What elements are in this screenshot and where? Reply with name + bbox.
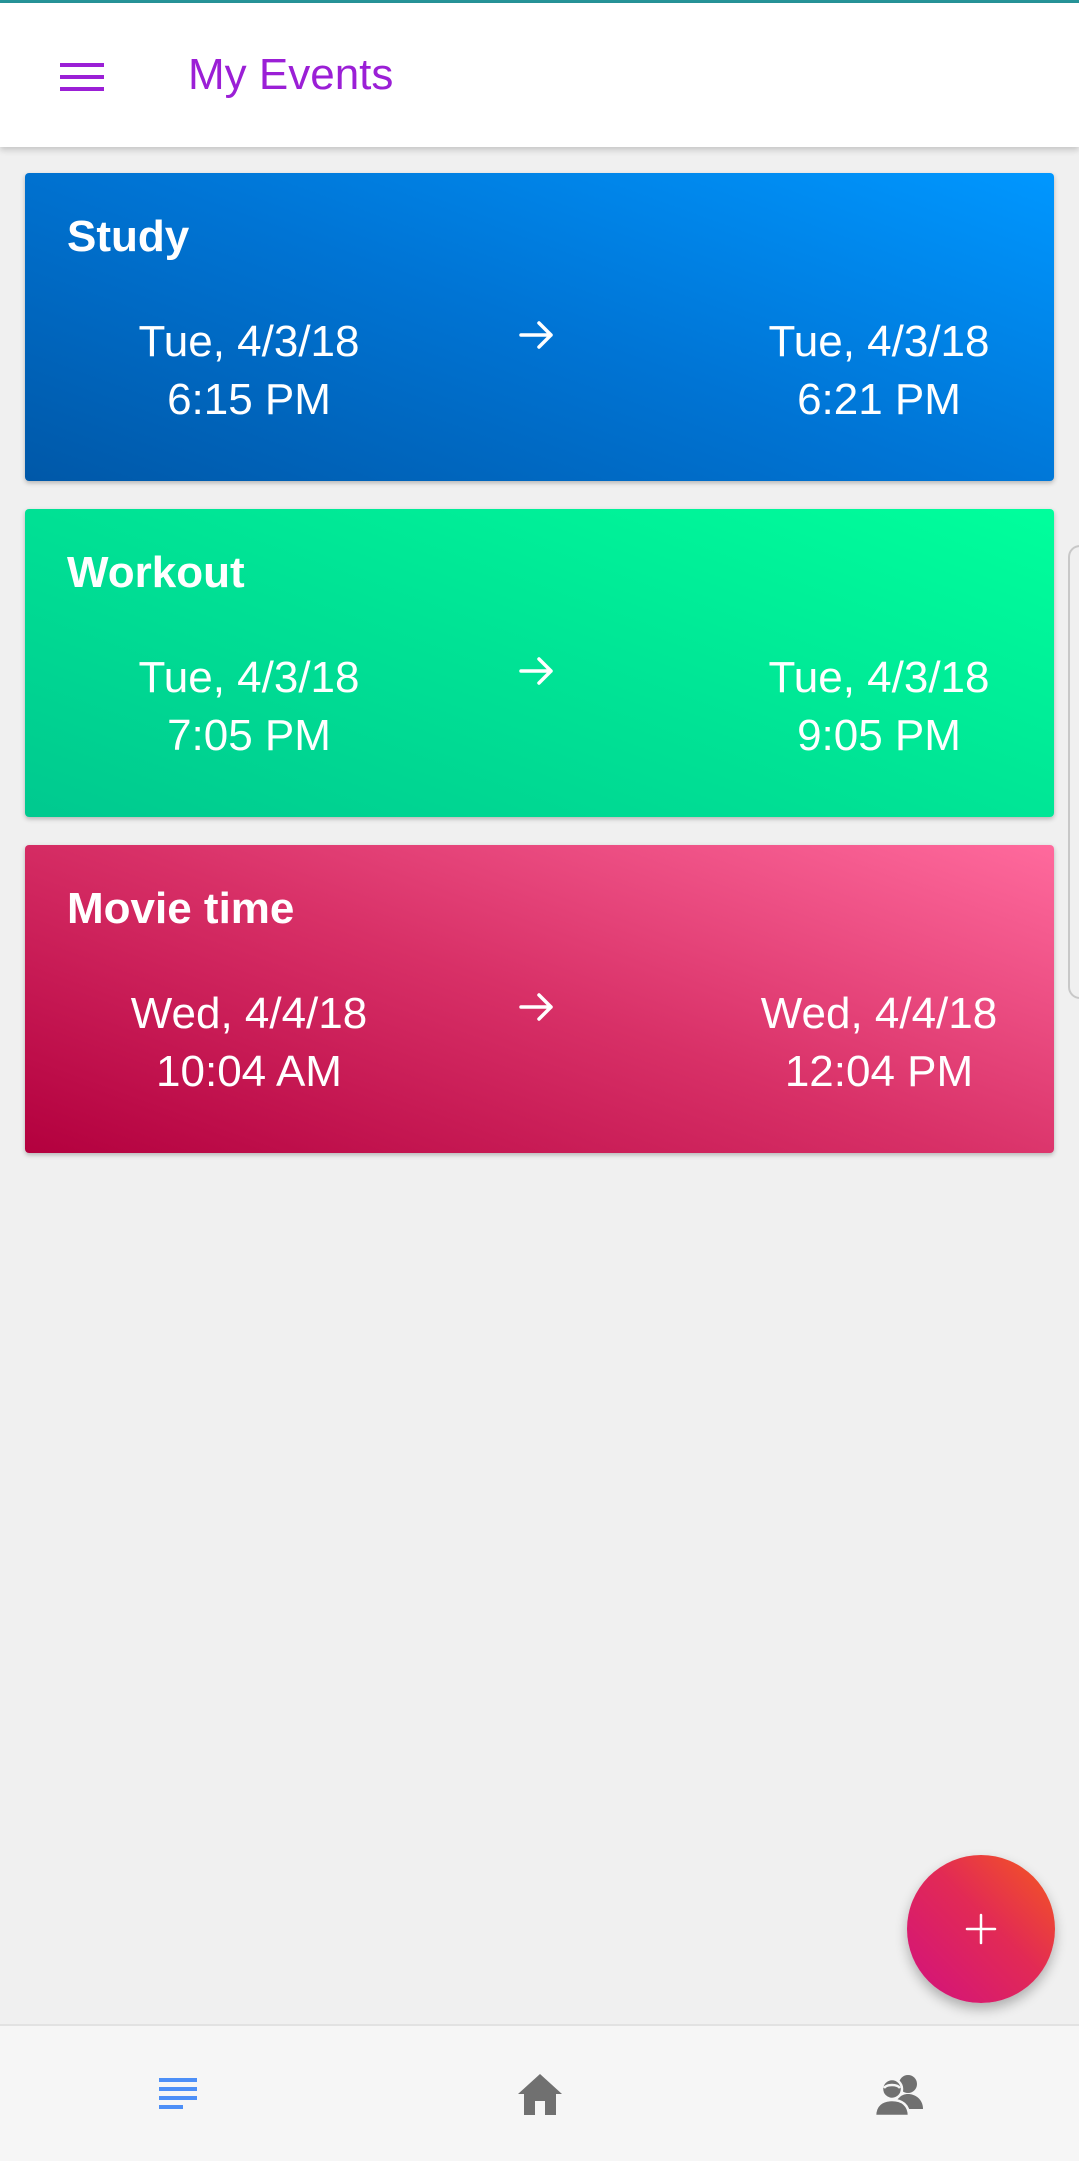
hamburger-menu-icon xyxy=(60,63,104,91)
end-date: Tue, 4/3/18 xyxy=(768,317,990,366)
end-time: 12:04 PM xyxy=(784,1047,974,1096)
end-time: 9:05 PM xyxy=(797,711,961,760)
nav-home[interactable] xyxy=(440,2026,640,2161)
start-date: Wed, 4/4/18 xyxy=(130,989,368,1038)
arrow-right-icon xyxy=(519,321,553,349)
app-bar: My Events xyxy=(0,3,1079,147)
arrow-right-icon xyxy=(519,657,553,685)
bottom-navigation xyxy=(0,2024,1079,2161)
event-end: Tue, 4/3/18 6:21 PM xyxy=(679,313,1079,429)
end-date: Wed, 4/4/18 xyxy=(760,989,998,1038)
event-card-movie-time[interactable]: Movie time Wed, 4/4/18 10:04 AM Wed, 4/4… xyxy=(25,845,1054,1153)
start-time: 10:04 AM xyxy=(156,1047,342,1096)
event-end: Tue, 4/3/18 9:05 PM xyxy=(679,649,1079,765)
arrow-right-icon xyxy=(519,993,553,1021)
event-title: Study xyxy=(67,212,190,261)
plus-icon xyxy=(965,1913,997,1945)
list-icon xyxy=(159,2077,197,2109)
event-start: Tue, 4/3/18 7:05 PM xyxy=(49,649,449,765)
end-time: 6:21 PM xyxy=(797,375,961,424)
event-end: Wed, 4/4/18 12:04 PM xyxy=(679,985,1079,1101)
event-card-study[interactable]: Study Tue, 4/3/18 6:15 PM Tue, 4/3/18 6:… xyxy=(25,173,1054,481)
nav-people[interactable] xyxy=(800,2026,1000,2161)
end-date: Tue, 4/3/18 xyxy=(768,653,990,702)
start-date: Tue, 4/3/18 xyxy=(138,317,360,366)
event-title: Workout xyxy=(67,548,245,597)
nav-events-list[interactable] xyxy=(78,2026,278,2161)
event-start: Wed, 4/4/18 10:04 AM xyxy=(49,985,449,1101)
menu-button[interactable] xyxy=(44,39,120,115)
event-start: Tue, 4/3/18 6:15 PM xyxy=(49,313,449,429)
start-date: Tue, 4/3/18 xyxy=(138,653,360,702)
event-card-workout[interactable]: Workout Tue, 4/3/18 7:05 PM Tue, 4/3/18 … xyxy=(25,509,1054,817)
page-title: My Events xyxy=(188,50,394,99)
people-icon xyxy=(873,2074,923,2117)
home-icon xyxy=(518,2073,562,2115)
add-event-button[interactable] xyxy=(907,1855,1055,2003)
edge-panel-handle[interactable] xyxy=(1068,545,1079,999)
event-title: Movie time xyxy=(67,884,295,933)
start-time: 6:15 PM xyxy=(167,375,331,424)
event-list: Study Tue, 4/3/18 6:15 PM Tue, 4/3/18 6:… xyxy=(25,173,1054,1181)
start-time: 7:05 PM xyxy=(167,711,331,760)
